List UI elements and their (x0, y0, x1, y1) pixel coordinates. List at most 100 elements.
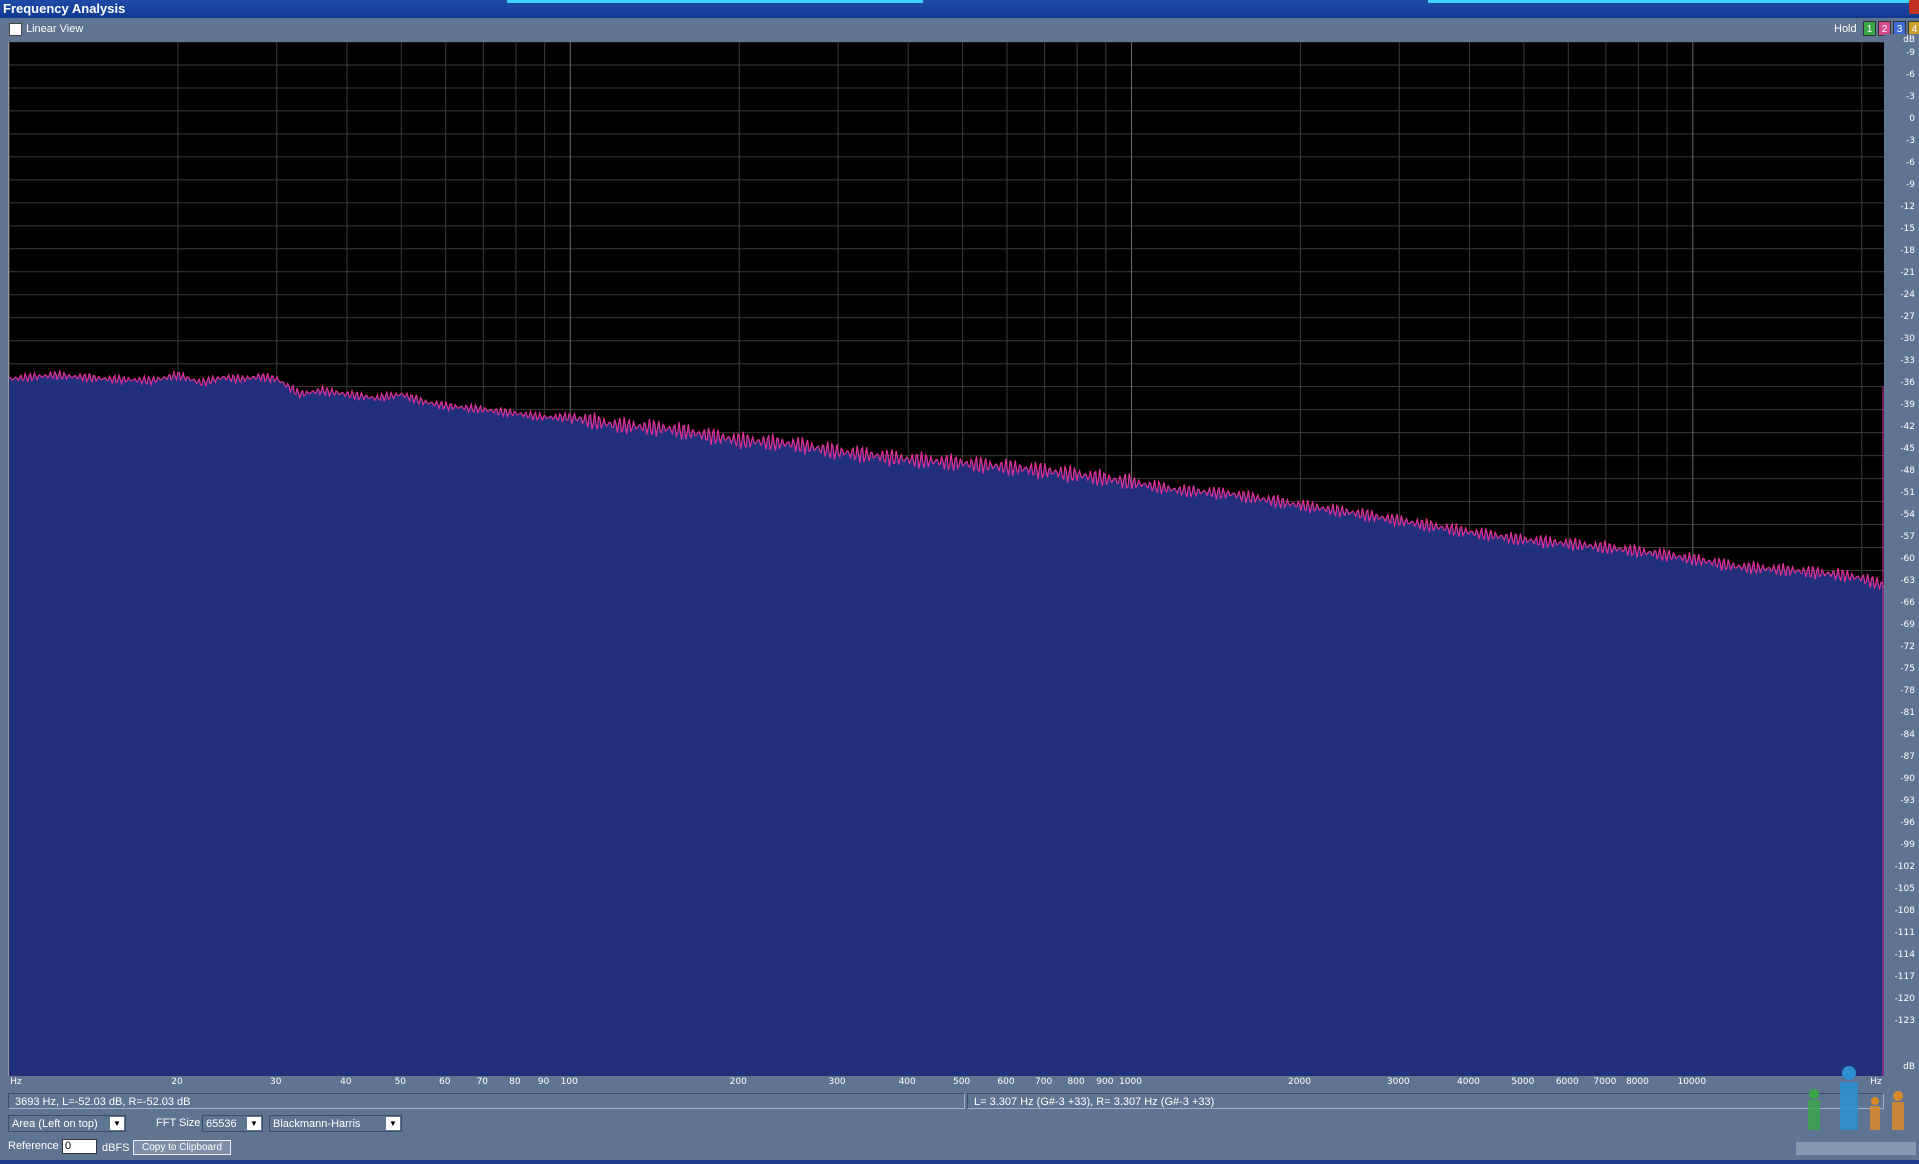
spectrum-svg (9, 42, 1885, 1076)
x-tick-label: 50 (394, 1077, 407, 1087)
view-mode-value: Area (Left on top) (12, 1118, 98, 1130)
y-tick-label: -111 (1894, 928, 1915, 938)
x-tick-label: 400 (898, 1077, 916, 1087)
y-tick-label: -120 (1894, 994, 1915, 1004)
x-tick-label: 20 (171, 1077, 183, 1087)
copy-to-clipboard-button[interactable]: Copy to Clipboard (133, 1140, 231, 1155)
hold-button-1[interactable]: 1 (1863, 21, 1876, 36)
y-tick-label: -63 (1900, 576, 1915, 586)
bottom-border (0, 1160, 1919, 1164)
y-tick-label: -99 (1900, 840, 1915, 850)
chevron-down-icon[interactable]: ▼ (386, 1117, 400, 1130)
x-tick-label: 60 (439, 1077, 451, 1087)
x-tick-label: 10000 (1677, 1077, 1707, 1087)
y-tick-label: -114 (1894, 950, 1915, 960)
y-tick-label: -24 (1900, 290, 1915, 300)
y-axis-unit: dB (1903, 35, 1915, 45)
y-tick-label: -21 (1900, 268, 1915, 278)
title-accent (507, 0, 923, 3)
y-tick-label: -105 (1894, 884, 1915, 894)
y-tick-label: -42 (1900, 422, 1915, 432)
y-tick-label: -6 (1906, 70, 1915, 80)
y-tick-label: 0 (1909, 114, 1915, 124)
x-tick-label: 100 (560, 1077, 578, 1087)
x-tick-label: 600 (997, 1077, 1015, 1087)
y-tick-label: -39 (1900, 400, 1915, 410)
toolbar (0, 18, 1919, 42)
x-tick-label: 1000 (1119, 1077, 1142, 1087)
y-tick-label: -96 (1900, 818, 1915, 828)
y-tick-label: -69 (1900, 620, 1915, 630)
linear-view-label: Linear View (26, 23, 84, 35)
chevron-down-icon[interactable]: ▼ (247, 1117, 261, 1130)
y-tick-label: -18 (1900, 246, 1915, 256)
y-axis: dB -9 -6 -3 0 -3 -6 -9 -12 -15 -18 -21 -24 -27 -30 -33-… (1884, 34, 1919, 1084)
peak-readout: L= 3.307 Hz (G#-3 +33), R= 3.307 Hz (G#-… (967, 1093, 1884, 1109)
title-bar: Frequency Analysis (0, 0, 1919, 19)
fft-size-value: 65536 (206, 1118, 237, 1130)
x-axis: Hz 20 30 40 50 60 70 80 90 100 200 300 400 500 600 700 8… (8, 1076, 1884, 1090)
x-tick-label: 8000 (1625, 1077, 1649, 1087)
cursor-readout: 3693 Hz, L=-52.03 dB, R=-52.03 dB (8, 1093, 965, 1109)
x-tick-label: 500 (952, 1077, 971, 1087)
fft-size-label: FFT Size (156, 1117, 201, 1129)
spectrum-area (9, 371, 1885, 1076)
y-tick-label: -84 (1900, 730, 1915, 740)
x-tick-label: 900 (1096, 1077, 1114, 1087)
chevron-down-icon[interactable]: ▼ (110, 1117, 124, 1130)
x-tick-label: 300 (828, 1077, 846, 1087)
linear-view-checkbox[interactable] (9, 23, 22, 36)
x-tick-label: 80 (509, 1077, 521, 1087)
y-tick-label: -33 (1900, 356, 1915, 366)
close-icon[interactable] (1909, 0, 1919, 14)
y-tick-label: -66 (1900, 598, 1915, 608)
window-title: Frequency Analysis (3, 1, 126, 16)
y-tick-label: -93 (1900, 796, 1915, 806)
x-tick-label: 90 (537, 1077, 550, 1087)
y-tick-label: -54 (1900, 510, 1915, 520)
x-tick-label: 3000 (1386, 1077, 1410, 1087)
title-accent (1428, 0, 1916, 3)
y-tick-label: -51 (1900, 488, 1915, 498)
view-mode-select[interactable]: Area (Left on top) ▼ (8, 1115, 126, 1132)
y-tick-label: -102 (1894, 862, 1915, 872)
x-tick-label: 4000 (1457, 1077, 1480, 1087)
window-function-value: Blackmann-Harris (273, 1118, 361, 1130)
y-tick-label: -15 (1900, 224, 1915, 234)
x-tick-label: 2000 (1288, 1077, 1311, 1087)
y-tick-label: -60 (1900, 554, 1915, 564)
app-logo (1796, 1066, 1916, 1155)
y-tick-label: -72 (1900, 642, 1915, 652)
x-tick-label: 40 (340, 1077, 352, 1087)
y-tick-label: -3 (1906, 92, 1915, 102)
y-tick-label: -6 (1906, 158, 1915, 168)
x-axis-unit: Hz (10, 1077, 22, 1087)
y-tick-label: -90 (1900, 774, 1915, 784)
y-tick-label: -9 (1906, 180, 1915, 190)
x-tick-label: 7000 (1593, 1077, 1617, 1087)
y-tick-label: -57 (1900, 532, 1915, 542)
reference-unit-label: dBFS (102, 1142, 130, 1154)
reference-input[interactable]: 0 (62, 1139, 97, 1154)
x-tick-label: 200 (729, 1077, 747, 1087)
x-tick-label: 6000 (1555, 1077, 1579, 1087)
fft-size-select[interactable]: 65536 ▼ (202, 1115, 263, 1132)
y-tick-label: -81 (1900, 708, 1915, 718)
y-tick-label: -75 (1900, 664, 1915, 674)
x-tick-label: 5000 (1511, 1077, 1535, 1087)
x-tick-label: 30 (270, 1077, 282, 1087)
x-tick-label: 70 (476, 1077, 489, 1087)
window-function-select[interactable]: Blackmann-Harris ▼ (269, 1115, 402, 1132)
y-tick-label: -30 (1900, 334, 1915, 344)
y-tick-label: -3 (1906, 136, 1915, 146)
x-tick-label: 800 (1067, 1077, 1085, 1087)
hold-label: Hold (1834, 23, 1857, 35)
y-tick-label: -123 (1894, 1016, 1915, 1026)
y-tick-label: -78 (1900, 686, 1915, 696)
y-tick-label: -87 (1900, 752, 1915, 762)
spectrum-plot[interactable] (8, 42, 1885, 1076)
y-tick-label: -117 (1894, 972, 1915, 982)
y-tick-label: -48 (1900, 466, 1915, 476)
x-tick-label: 700 (1035, 1077, 1053, 1087)
y-tick-label: -45 (1900, 444, 1915, 454)
